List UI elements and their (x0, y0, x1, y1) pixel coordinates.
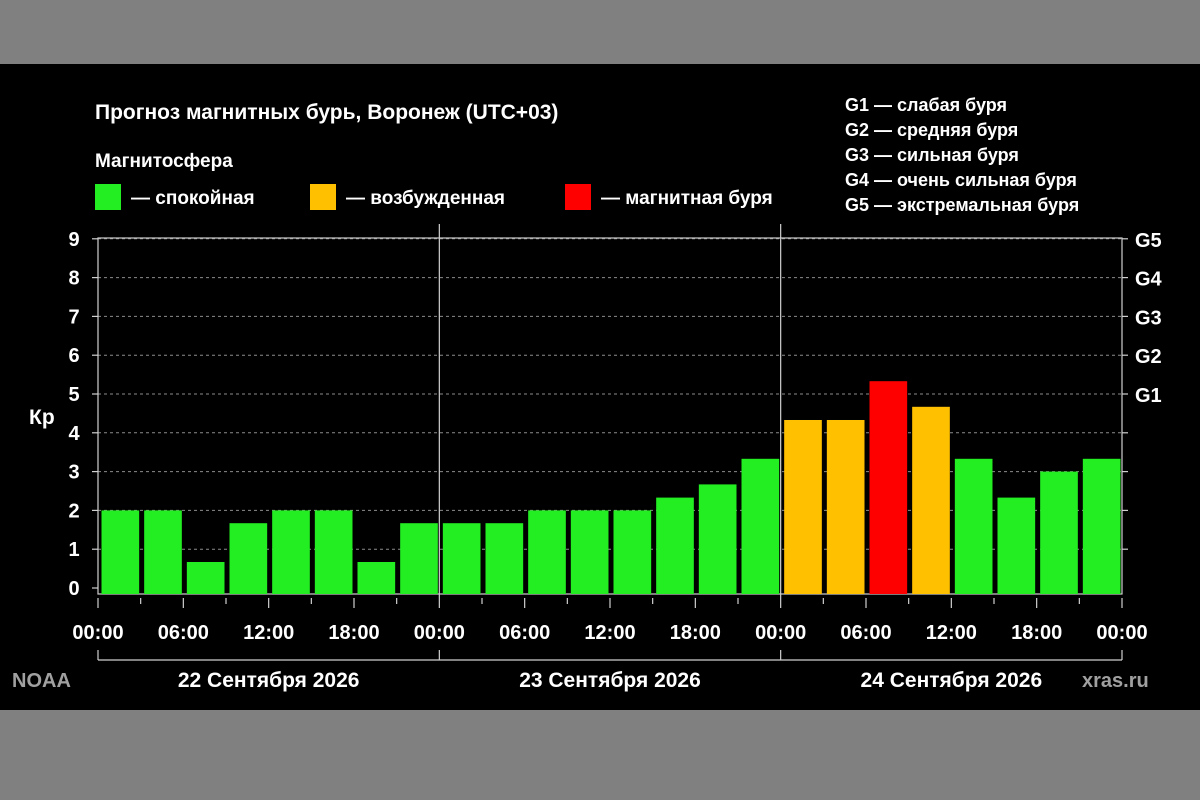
source-left: NOAA (12, 670, 71, 692)
bar-19 (912, 406, 950, 594)
legend-title: Магнитосфера (95, 151, 233, 172)
legend-swatch-2 (565, 184, 591, 210)
plot-area: 0 1 2 3 4 5 6 7 8 9 G1 G2 G3 G4 G5 00:00 06:00 12:00 18:00… (68, 224, 1163, 692)
bar-22 (1040, 471, 1078, 594)
y-tick-label-6: 6 (68, 345, 79, 367)
x-tick-label-1: 06:00 (158, 622, 209, 644)
y-tick-label-9: 9 (68, 229, 79, 251)
legend-swatch-0 (95, 184, 121, 210)
bar-17 (826, 419, 865, 594)
legend: — спокойная — возбужденная — магнитная бур… (95, 184, 773, 210)
bar-4 (272, 510, 310, 594)
day-label-0: 22 Сентября 2026 (178, 669, 360, 692)
bar-13 (656, 497, 694, 594)
x-tick-label-6: 12:00 (584, 622, 635, 644)
bar-0 (101, 510, 140, 594)
legend-swatch-1 (310, 184, 336, 210)
y-tick-label-4: 4 (68, 423, 80, 445)
x-tick-label-10: 12:00 (926, 622, 977, 644)
x-tick-label-2: 12:00 (243, 622, 294, 644)
day-label-2: 24 Сентября 2026 (861, 669, 1043, 692)
bar-15 (741, 458, 780, 594)
x-tick-label-3: 18:00 (328, 622, 379, 644)
bar-21 (997, 497, 1036, 594)
legend-label-0: — спокойная (131, 188, 255, 209)
x-tick-label-12: 00:00 (1096, 622, 1147, 644)
g-legend-item-3: G4 — очень сильная буря (845, 170, 1077, 190)
bar-12 (613, 510, 652, 594)
bar-1 (144, 510, 182, 594)
bar-10 (528, 510, 566, 594)
x-tick-label-11: 18:00 (1011, 622, 1062, 644)
bar-2 (186, 562, 225, 594)
x-tick-label-5: 06:00 (499, 622, 550, 644)
right-tick-label-3: G4 (1135, 269, 1163, 291)
bar-16 (784, 419, 822, 594)
y-tick-label-1: 1 (68, 539, 79, 561)
g-legend-item-1: G2 — средняя буря (845, 120, 1018, 140)
bar-18 (869, 381, 908, 594)
bar-6 (357, 562, 396, 594)
y-tick-label-2: 2 (68, 500, 79, 522)
chart-panel: Прогноз магнитных бурь, Воронеж (UTC+03)… (0, 64, 1200, 710)
legend-label-2: — магнитная буря (601, 188, 773, 209)
x-tick-label-8: 00:00 (755, 622, 806, 644)
x-tick-label-9: 06:00 (840, 622, 891, 644)
legend-label-1: — возбужденная (346, 188, 505, 209)
right-tick-label-2: G3 (1135, 307, 1162, 329)
right-tick-label-0: G1 (1135, 385, 1162, 407)
bar-23 (1082, 458, 1121, 594)
bar-7 (400, 523, 438, 594)
x-tick-label-7: 18:00 (670, 622, 721, 644)
bar-11 (570, 510, 609, 594)
bar-5 (314, 510, 353, 594)
bar-14 (698, 484, 737, 594)
g-scale-legend: G1 — слабая буря G2 — средняя буря G3 — си… (845, 95, 1079, 215)
y-axis-label: Кр (29, 406, 55, 429)
y-tick-label-3: 3 (68, 462, 79, 484)
source-right: xras.ru (1082, 670, 1149, 692)
kp-forecast-chart: Прогноз магнитных бурь, Воронеж (UTC+03)… (12, 95, 1163, 692)
right-tick-label-4: G5 (1135, 230, 1162, 252)
right-tick-label-1: G2 (1135, 346, 1162, 368)
day-label-1: 23 Сентября 2026 (519, 669, 701, 692)
y-tick-label-5: 5 (68, 384, 79, 406)
bar-9 (485, 523, 524, 594)
bar-3 (229, 523, 268, 594)
y-tick-label-7: 7 (68, 306, 79, 328)
x-tick-label-0: 00:00 (72, 622, 123, 644)
bar-8 (442, 523, 481, 594)
y-tick-label-0: 0 (68, 578, 79, 600)
y-tick-label-8: 8 (68, 268, 79, 290)
chart-title: Прогноз магнитных бурь, Воронеж (UTC+03) (95, 101, 558, 124)
g-legend-item-2: G3 — сильная буря (845, 145, 1019, 165)
bar-20 (954, 458, 993, 594)
x-tick-label-4: 00:00 (414, 622, 465, 644)
g-legend-item-4: G5 — экстремальная буря (845, 195, 1079, 215)
g-legend-item-0: G1 — слабая буря (845, 95, 1007, 115)
